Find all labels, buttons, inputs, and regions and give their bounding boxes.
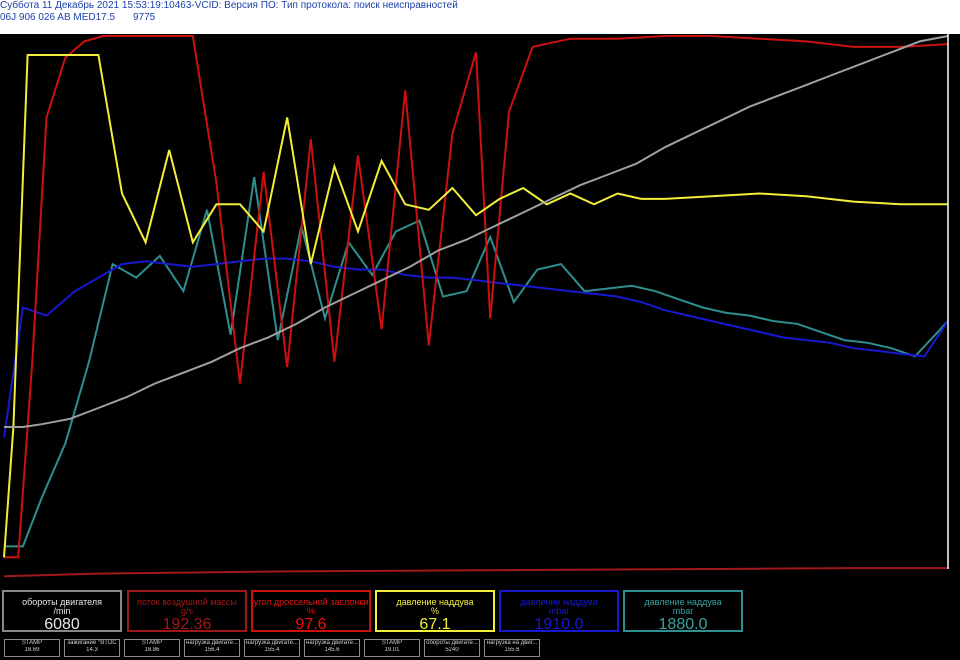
gauge-value: 1910.0: [534, 616, 584, 633]
small-readout-value: 156.4: [204, 647, 220, 653]
small-readout-label: STAMP: [381, 640, 403, 646]
ecu-part-number: 06J 906 026 AB MED17.5: [0, 12, 116, 23]
small-readout-label: нагрузка на двиг...: [486, 640, 538, 646]
gauge-unit: mbar: [548, 606, 570, 616]
gauge-value: 6080: [44, 616, 80, 633]
small-readout-2[interactable]: STAMP 18.86: [124, 639, 180, 657]
small-readout-value: 145.6: [324, 647, 340, 653]
small-readout-value: 18.86: [144, 647, 160, 653]
gauge-4[interactable]: давление наддува mbar 1910.0: [499, 590, 619, 633]
small-readout-5[interactable]: нагрузка двигате... 145.6: [304, 639, 360, 657]
gauge-unit: mbar: [672, 606, 694, 616]
small-readout-value: 18.69: [24, 647, 40, 653]
small-readout-label: зажигание °BTDC: [67, 640, 117, 646]
small-readout-value: 19.01: [384, 647, 400, 653]
trace-line-0: [4, 35, 949, 428]
trace-line-5: [3, 567, 948, 578]
gauge-unit: %: [430, 606, 439, 616]
small-readout-label: нагрузка двигате...: [246, 640, 298, 646]
small-readout-label: нагрузка двигате...: [186, 640, 238, 646]
gauge-unit: /min: [53, 606, 71, 616]
trace-line-4: [4, 177, 949, 548]
window-header: Суббота 11 Декабрь 2021 15:53:19:10463-V…: [0, 0, 960, 34]
gauge-0[interactable]: обороты двигателя/min 6080: [2, 590, 122, 633]
small-readout-value: 155.6: [504, 647, 520, 653]
small-readout-8[interactable]: нагрузка на двиг... 155.6: [484, 639, 540, 657]
gauge-3[interactable]: давление наддува% 67.1: [375, 590, 495, 633]
log-chart: [0, 34, 960, 588]
gauge-panel: обороты двигателя/min 6080 поток воздушной…: [0, 588, 960, 636]
small-readout-3[interactable]: нагрузка двигате... 156.4: [184, 639, 240, 657]
gauge-value: 1880.0: [658, 616, 708, 633]
gauge-value: 67.1: [419, 616, 451, 633]
gauge-value: 192.36: [162, 616, 212, 633]
header-title: Суббота 11 Декабрь 2021 15:53:19:10463-V…: [0, 0, 458, 11]
small-readout-6[interactable]: STAMP 19.01: [364, 639, 420, 657]
small-readout-label: STAMP: [141, 640, 163, 646]
small-readout-4[interactable]: нагрузка двигате... 155.4: [244, 639, 300, 657]
small-readout-7[interactable]: обороты двигате... 5240: [424, 639, 480, 657]
gauge-5[interactable]: давление наддува mbar 1880.0: [623, 590, 743, 633]
small-readout-value: 155.4: [264, 647, 280, 653]
small-readout-label: обороты двигате...: [426, 640, 478, 646]
log-chart-svg: [3, 34, 949, 578]
small-readout-label: нагрузка двигате...: [306, 640, 358, 646]
gauge-2[interactable]: угол дроссельной заслонки% 97.6: [251, 590, 371, 633]
ecu-code: 9775: [133, 12, 156, 23]
gauge-1[interactable]: поток воздушной массы g/s 192.36: [127, 590, 247, 633]
trace-line-3: [3, 257, 949, 438]
small-readout-panel: STAMP 18.69 зажигание °BTDC 14.3 STAMP 18.86 н…: [0, 637, 960, 660]
gauge-unit: g/s: [180, 606, 193, 616]
header-ecu-info: 06J 906 026 AB MED17.5 9775: [0, 12, 155, 24]
small-readout-1[interactable]: зажигание °BTDC 14.3: [64, 639, 120, 657]
gauge-unit: %: [306, 606, 315, 616]
trace-line-1: [3, 54, 948, 558]
gauge-value: 97.6: [295, 616, 327, 633]
small-readout-0[interactable]: STAMP 18.69: [4, 639, 60, 657]
small-readout-label: STAMP: [21, 640, 43, 646]
trace-line-2: [4, 35, 949, 559]
small-readout-value: 5240: [445, 647, 459, 653]
small-readout-value: 14.3: [86, 647, 98, 653]
